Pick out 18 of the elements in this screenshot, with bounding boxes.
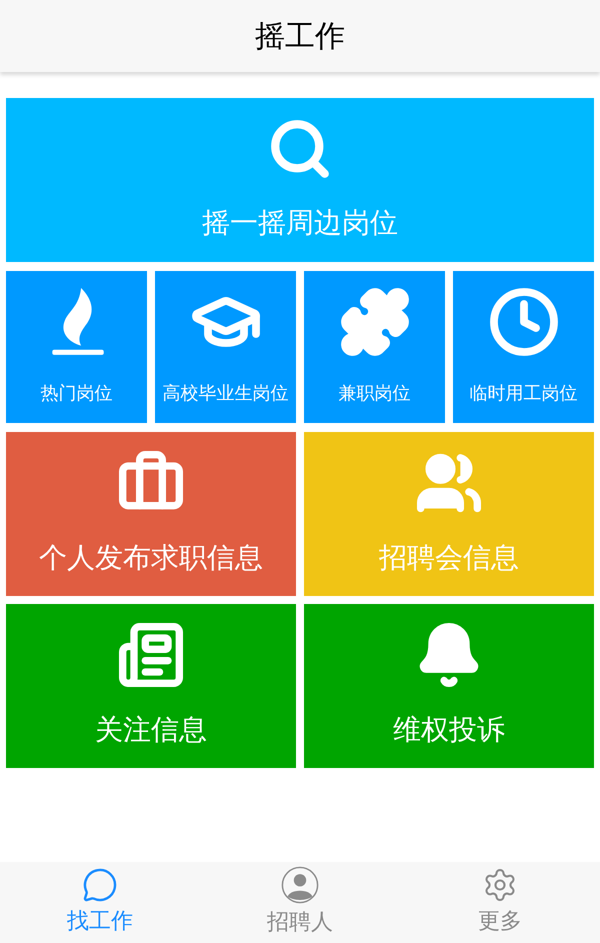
tab-bar-item[interactable]: 更多 <box>400 862 600 943</box>
clock-icon <box>488 286 560 358</box>
person-icon <box>281 866 319 904</box>
page-title: 摇工作 <box>255 18 345 56</box>
tab-bar-item[interactable]: 招聘人 <box>200 862 400 943</box>
category-tile[interactable]: 热门岗位 <box>6 271 147 423</box>
tab-bar-item[interactable]: 找工作 <box>0 862 200 943</box>
puzzle-icon <box>338 286 410 358</box>
category-tile[interactable]: 临时用工岗位 <box>453 271 594 423</box>
newspaper-icon <box>117 621 185 689</box>
feature-tile[interactable]: 个人发布求职信息 <box>6 432 296 596</box>
feature-tile[interactable]: 维权投诉 <box>304 604 594 768</box>
nearby-jobs-tile[interactable]: 摇一摇周边岗位 <box>6 98 594 262</box>
category-tile[interactable]: 兼职岗位 <box>304 271 445 423</box>
category-tile[interactable]: 高校毕业生岗位 <box>155 271 296 423</box>
feature-tile[interactable]: 关注信息 <box>6 604 296 768</box>
feature-tile[interactable]: 招聘会信息 <box>304 432 594 596</box>
chat-bubble-icon <box>82 867 118 903</box>
